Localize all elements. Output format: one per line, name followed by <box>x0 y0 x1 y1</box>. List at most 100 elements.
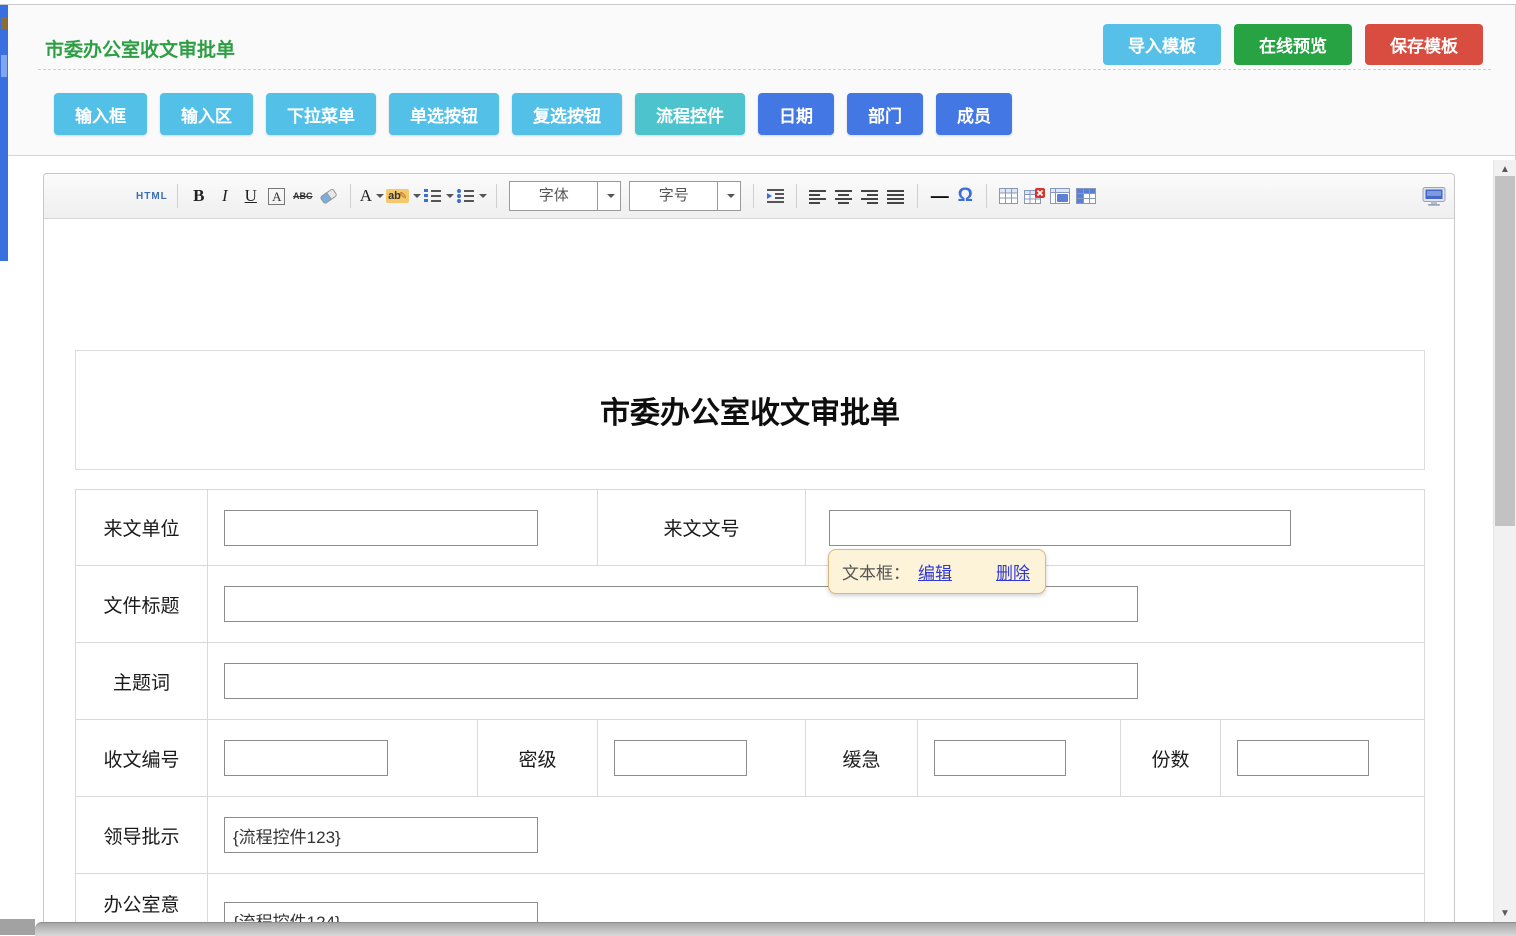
unordered-list-button[interactable] <box>456 182 487 210</box>
palette-member-button[interactable]: 成员 <box>936 93 1012 135</box>
highlight-icon: ab✎ <box>386 189 409 203</box>
cell-source-unit <box>208 490 598 565</box>
font-family-select[interactable]: 字体 <box>509 181 621 211</box>
toolbar-separator <box>986 184 987 208</box>
form-title-box: 市委办公室收文审批单 <box>75 350 1425 470</box>
toolbar-separator <box>917 184 918 208</box>
tooltip-edit-link[interactable]: 编辑 <box>918 559 952 584</box>
sidebar-sliver-icon <box>1 17 7 29</box>
eraser-icon <box>319 187 339 205</box>
online-preview-button[interactable]: 在线预览 <box>1234 24 1352 65</box>
form-input-source-unit[interactable] <box>224 510 538 546</box>
label-subject: 主题词 <box>76 643 208 719</box>
indent-button[interactable] <box>763 182 787 210</box>
label-doc-number: 来文文号 <box>598 490 806 565</box>
toolbar-separator <box>753 184 754 208</box>
align-left-icon <box>809 189 827 204</box>
chevron-down-icon <box>607 194 615 198</box>
font-color-button[interactable]: A <box>360 182 384 210</box>
scroll-up-arrow-icon[interactable]: ▲ <box>1494 162 1516 176</box>
align-justify-button[interactable] <box>884 182 908 210</box>
align-right-icon <box>861 189 879 204</box>
bold-button[interactable]: B <box>187 182 211 210</box>
sidebar-sliver-icon <box>1 55 7 77</box>
vertical-scrollbar[interactable]: ▲ ▼ <box>1493 160 1516 922</box>
table-row: 领导批示 <box>76 797 1424 874</box>
header-actions: 导入模板 在线预览 保存模板 <box>1103 24 1483 65</box>
palette-input-box-button[interactable]: 输入框 <box>54 93 147 135</box>
left-sidebar-sliver <box>0 5 8 261</box>
tooltip-label: 文本框： <box>842 559 910 584</box>
import-template-button[interactable]: 导入模板 <box>1103 24 1221 65</box>
toolbar-separator <box>350 184 351 208</box>
form-input-subject[interactable] <box>224 663 1138 699</box>
form-input-copies[interactable] <box>1237 740 1369 776</box>
font-family-label: 字体 <box>510 182 597 210</box>
chevron-down-icon <box>446 194 454 198</box>
cell-doc-title <box>208 566 1424 642</box>
toolbar-separator <box>496 184 497 208</box>
dashed-divider <box>38 69 1491 70</box>
monitor-icon <box>1422 187 1446 206</box>
chevron-down-icon <box>376 194 384 198</box>
tooltip-delete-link[interactable]: 删除 <box>996 559 1030 584</box>
header: 市委办公室收文审批单 导入模板 在线预览 保存模板 输入框 输入区 下拉菜单 单… <box>8 5 1515 156</box>
font-style-icon[interactable]: A <box>268 188 285 205</box>
label-urgency: 缓急 <box>806 720 918 796</box>
insert-table-button[interactable] <box>996 182 1020 210</box>
font-family-arrow[interactable] <box>597 182 620 210</box>
scroll-down-arrow-icon[interactable]: ▼ <box>1494 906 1516 920</box>
table-properties-button[interactable] <box>1048 182 1072 210</box>
palette-radio-button[interactable]: 单选按钮 <box>389 93 499 135</box>
control-tooltip: 文本框： 编辑 删除 <box>828 549 1046 594</box>
cell-subject <box>208 643 1424 719</box>
label-doc-title: 文件标题 <box>76 566 208 642</box>
chevron-down-icon <box>479 194 487 198</box>
ordered-list-button[interactable] <box>423 182 454 210</box>
highlight-color-button[interactable]: ab✎ <box>386 182 421 210</box>
align-right-button[interactable] <box>858 182 882 210</box>
palette-date-button[interactable]: 日期 <box>758 93 834 135</box>
label-receipt-number: 收文编号 <box>76 720 208 796</box>
palette-department-button[interactable]: 部门 <box>847 93 923 135</box>
form-input-urgency[interactable] <box>934 740 1066 776</box>
form-input-classification[interactable] <box>614 740 747 776</box>
palette-textarea-button[interactable]: 输入区 <box>160 93 253 135</box>
italic-button[interactable]: I <box>213 182 237 210</box>
scrollbar-thumb[interactable] <box>1495 176 1515 526</box>
label-copies: 份数 <box>1121 720 1221 796</box>
align-center-button[interactable] <box>832 182 856 210</box>
palette-checkbox-button[interactable]: 复选按钮 <box>512 93 622 135</box>
form-table: 来文单位 来文文号 文件标题 主题词 <box>75 489 1425 936</box>
label-leader-note: 领导批示 <box>76 797 208 873</box>
html-source-button[interactable]: HTML <box>136 182 168 210</box>
fullscreen-button[interactable] <box>1422 182 1446 210</box>
cell-leader-note <box>208 797 1424 873</box>
table-delete-icon <box>1024 188 1045 205</box>
horizontal-rule-button[interactable]: — <box>927 182 951 210</box>
font-size-arrow[interactable] <box>717 182 740 210</box>
align-left-button[interactable] <box>806 182 830 210</box>
font-size-select[interactable]: 字号 <box>629 181 741 211</box>
special-character-button[interactable]: Ω <box>953 182 977 210</box>
palette-flow-control-button[interactable]: 流程控件 <box>635 93 745 135</box>
save-template-button[interactable]: 保存模板 <box>1365 24 1483 65</box>
form-input-doc-number[interactable] <box>829 510 1291 546</box>
indent-icon <box>766 188 785 204</box>
cell-urgency <box>918 720 1121 796</box>
delete-table-button[interactable] <box>1022 182 1046 210</box>
table-merge-icon <box>1050 188 1070 204</box>
cell-copies <box>1221 720 1424 796</box>
palette-dropdown-button[interactable]: 下拉菜单 <box>266 93 376 135</box>
cell-receipt-number <box>208 720 478 796</box>
strikethrough-button[interactable]: ABC <box>291 182 315 210</box>
bottom-left-scroll-corner <box>0 919 35 935</box>
bottom-horizontal-bar[interactable] <box>35 922 1516 936</box>
remove-format-button[interactable] <box>317 182 341 210</box>
toolbar-separator <box>177 184 178 208</box>
editor-canvas[interactable]: 市委办公室收文审批单 来文单位 来文文号 文件标题 主题词 <box>44 219 1454 936</box>
form-input-receipt-number[interactable] <box>224 740 388 776</box>
underline-button[interactable]: U <box>239 182 263 210</box>
cell-properties-button[interactable] <box>1074 182 1098 210</box>
form-input-leader-note[interactable] <box>224 817 538 853</box>
